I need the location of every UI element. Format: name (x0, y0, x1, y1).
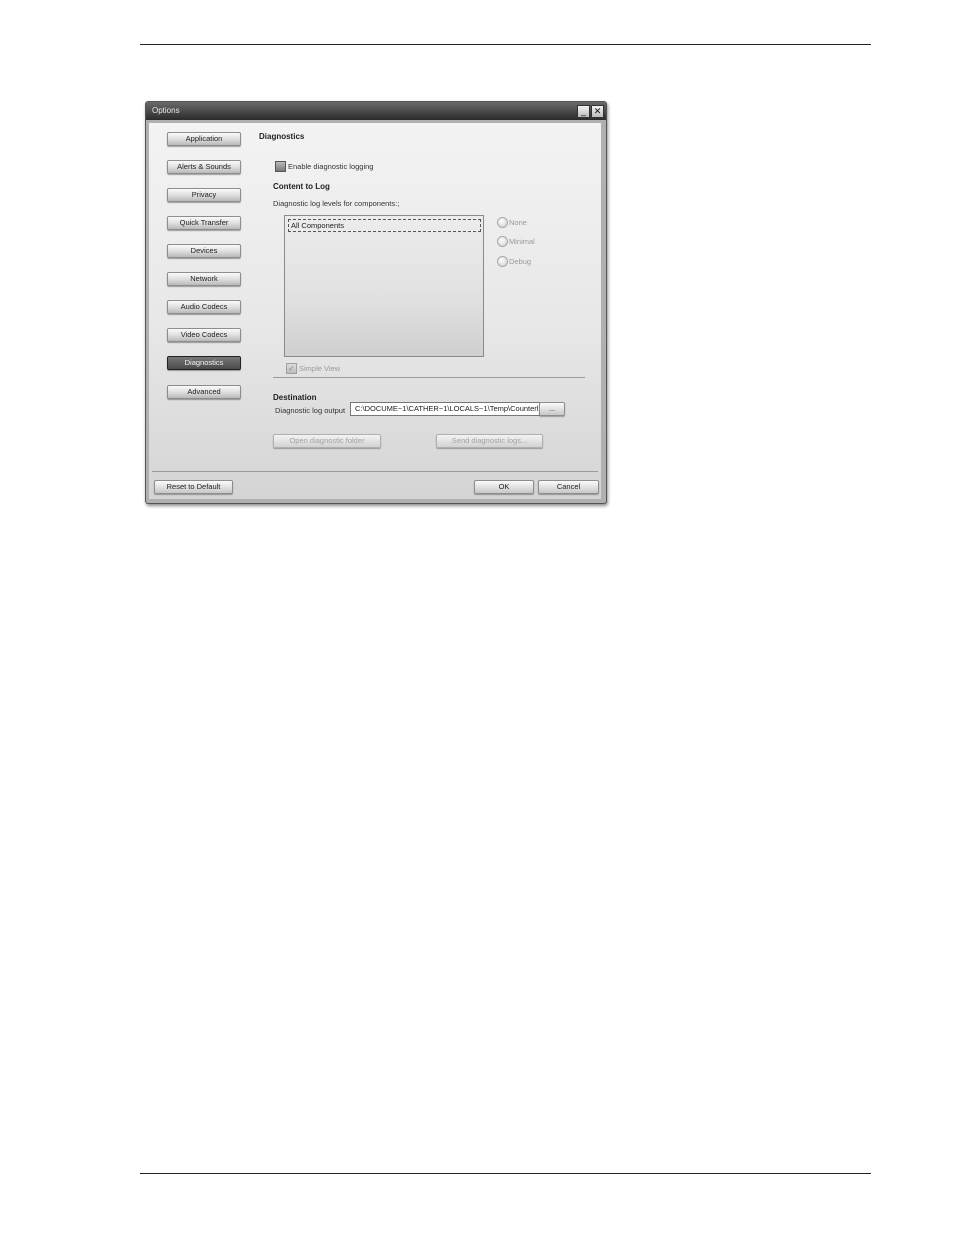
components-listbox[interactable]: All Components (284, 215, 484, 357)
nav-advanced[interactable]: Advanced (167, 385, 241, 399)
level-minimal-radio[interactable] (497, 236, 508, 247)
window-title: Options (152, 106, 180, 115)
level-none-label: None (509, 218, 527, 227)
simple-view-checkbox[interactable]: ✓ (286, 363, 297, 374)
nav-network[interactable]: Network (167, 272, 241, 286)
nav-diagnostics[interactable]: Diagnostics (167, 356, 241, 370)
cancel-button[interactable]: Cancel (538, 480, 599, 494)
reset-to-default-button[interactable]: Reset to Default (154, 480, 233, 494)
log-output-field[interactable]: C:\DOCUME~1\CATHER~1\LOCALS~1\Temp\Count… (350, 402, 540, 416)
nav-video-codecs[interactable]: Video Codecs (167, 328, 241, 342)
level-debug-radio[interactable] (497, 256, 508, 267)
log-levels-label: Diagnostic log levels for components:; (273, 199, 400, 208)
nav-application[interactable]: Application (167, 132, 241, 146)
content-to-log-heading: Content to Log (273, 182, 330, 191)
nav-alerts-sounds[interactable]: Alerts & Sounds (167, 160, 241, 174)
open-folder-button[interactable]: Open diagnostic folder (273, 434, 381, 448)
nav-quick-transfer[interactable]: Quick Transfer (167, 216, 241, 230)
level-minimal-label: Minimal (509, 237, 535, 246)
nav-audio-codecs[interactable]: Audio Codecs (167, 300, 241, 314)
send-logs-button[interactable]: Send diagnostic logs... (436, 434, 543, 448)
simple-view-label: Simple View (299, 364, 341, 373)
enable-logging-checkbox[interactable] (275, 161, 286, 172)
page-top-rule (140, 44, 871, 45)
nav-devices[interactable]: Devices (167, 244, 241, 258)
level-none-radio[interactable] (497, 217, 508, 228)
browse-button[interactable]: ... (539, 402, 565, 416)
minimize-button[interactable]: _ (577, 105, 590, 118)
log-output-label: Diagnostic log output (275, 406, 346, 415)
dialog-body: Application Alerts & Sounds Privacy Quic… (149, 123, 601, 499)
page-title: Diagnostics (259, 132, 305, 141)
section-divider (273, 377, 585, 378)
level-debug-label: Debug (509, 257, 532, 266)
title-bar[interactable]: Options _ ✕ (146, 102, 606, 120)
footer-divider (152, 471, 598, 472)
nav-privacy[interactable]: Privacy (167, 188, 241, 202)
ok-button[interactable]: OK (474, 480, 534, 494)
options-dialog: Options _ ✕ Application Alerts & Sounds … (145, 101, 607, 504)
destination-heading: Destination (273, 393, 317, 402)
list-item[interactable]: All Components (288, 219, 481, 232)
close-button[interactable]: ✕ (591, 105, 604, 118)
enable-logging-label: Enable diagnostic logging (288, 162, 374, 171)
page-bottom-rule (140, 1173, 871, 1174)
